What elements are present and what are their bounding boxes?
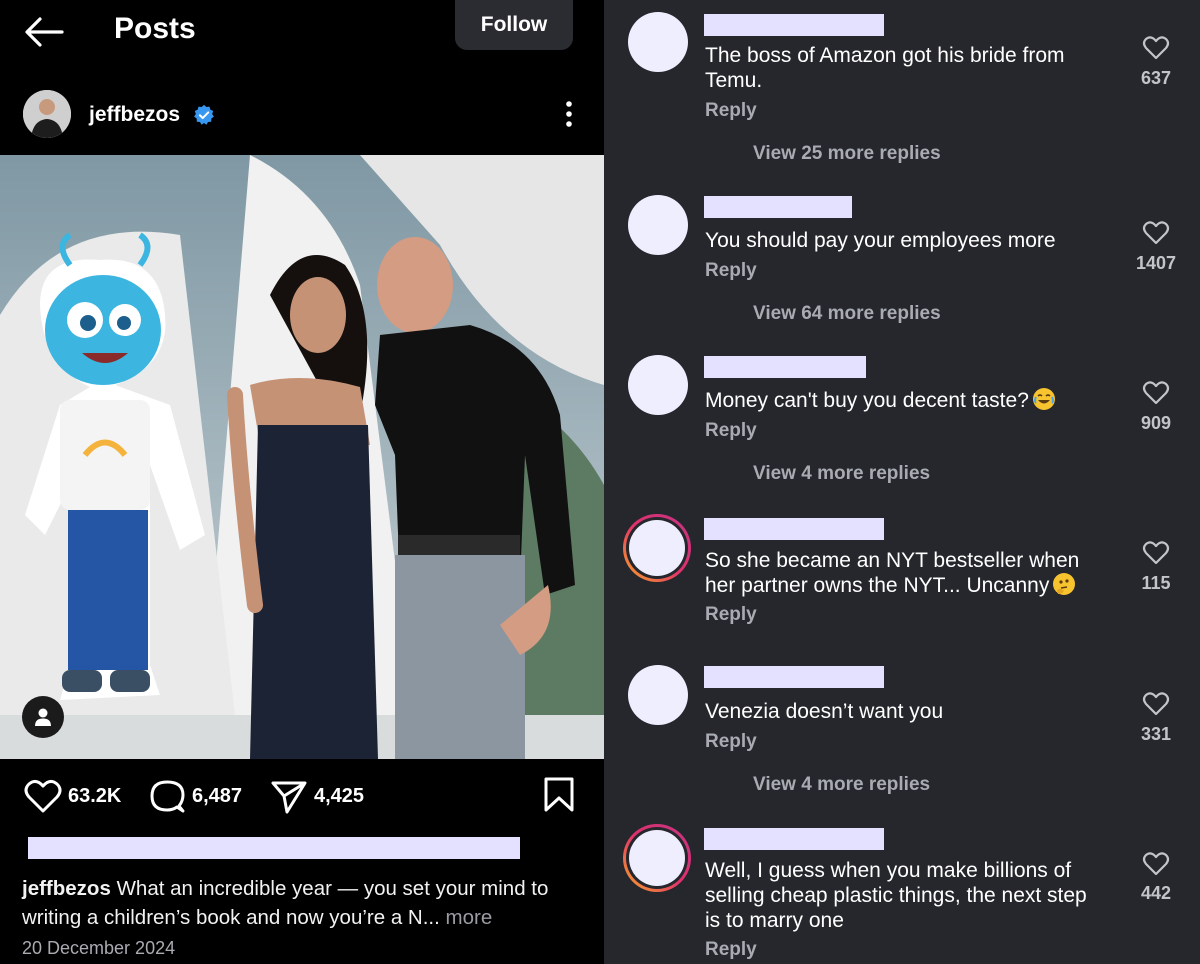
reply-button[interactable]: Reply [705, 604, 757, 626]
comment-text: The boss of Amazon got his bride from Te… [705, 44, 1065, 92]
reply-button[interactable]: Reply [705, 420, 757, 442]
bookmark-icon [544, 777, 574, 812]
like-count: 63.2K [68, 784, 122, 807]
liked-by-row[interactable] [24, 835, 524, 861]
view-more-replies-button[interactable]: View 64 more replies [753, 303, 941, 325]
author-username[interactable]: jeffbezos [89, 103, 180, 127]
comment-like-heart-icon[interactable] [1142, 219, 1170, 245]
comment-like-count: 442 [1140, 883, 1172, 903]
comment-like-count: 115 [1141, 573, 1171, 593]
caption-more-link[interactable]: more [446, 906, 493, 929]
commenter-avatar-story-ring[interactable] [623, 514, 691, 582]
redacted-commenter-name [704, 518, 884, 540]
comment-like-heart-icon[interactable] [1142, 34, 1170, 60]
share-count: 4,425 [314, 784, 365, 807]
reply-button[interactable]: Reply [705, 100, 757, 122]
share-button[interactable]: 4,425 [270, 778, 364, 814]
verified-badge-icon [194, 104, 214, 125]
author-avatar[interactable] [23, 90, 71, 138]
post-actions-bar: 63.2K 6,487 4,425 [0, 772, 604, 820]
heart-icon [24, 779, 62, 813]
comment-text-content: So she became an NYT bestseller when her… [705, 549, 1080, 597]
comment-button[interactable]: 6,487 [148, 778, 242, 814]
reply-button[interactable]: Reply [705, 260, 757, 282]
redacted-commenter-name [704, 666, 884, 688]
comment-like-heart-icon[interactable] [1142, 690, 1170, 716]
post-panel: Posts Follow jeffbezos 63.2K 6,487 4,425… [0, 0, 604, 964]
post-caption: jeffbezos What an incredible year — you … [22, 874, 592, 932]
tagged-people-button[interactable] [22, 696, 64, 738]
post-author-row: jeffbezos [0, 86, 604, 144]
commenter-avatar[interactable] [628, 195, 688, 255]
comment-text-content: Money can't buy you decent taste? [705, 389, 1029, 412]
comment-text: So she became an NYT bestseller when her… [705, 548, 1115, 598]
comment-bubble-icon [150, 780, 185, 813]
save-button[interactable] [542, 776, 576, 814]
comment-text: You should pay your employees more [705, 229, 1056, 252]
comment-like-count: 909 [1140, 413, 1172, 433]
comment-like-heart-icon[interactable] [1142, 539, 1170, 565]
reply-button[interactable]: Reply [705, 731, 757, 753]
commenter-avatar-story-ring[interactable] [623, 824, 691, 892]
photo-illustration [0, 155, 604, 759]
avatar-image [23, 90, 71, 138]
comment-like-count: 637 [1140, 68, 1172, 88]
back-button[interactable] [22, 14, 66, 50]
face-with-tears-of-joy-icon [1032, 388, 1055, 410]
vertical-dots-icon [566, 101, 572, 127]
thinking-face-icon [1053, 573, 1076, 595]
commenter-avatar[interactable] [628, 12, 688, 72]
view-more-replies-button[interactable]: View 25 more replies [753, 143, 941, 165]
commenter-avatar[interactable] [628, 665, 688, 725]
more-options-button[interactable] [557, 98, 581, 130]
redacted-commenter-name [704, 356, 866, 378]
like-button[interactable]: 63.2K [24, 778, 121, 814]
page-title: Posts [114, 12, 196, 45]
redacted-commenter-name [704, 828, 884, 850]
person-icon [35, 708, 51, 726]
commenter-avatar[interactable] [628, 355, 688, 415]
top-bar: Posts Follow [0, 0, 604, 72]
comment-like-count: 331 [1140, 724, 1172, 744]
send-icon [271, 781, 307, 814]
redacted-liked-by-text [28, 837, 520, 859]
post-date: 20 December 2024 [22, 938, 176, 958]
comment-like-heart-icon[interactable] [1142, 379, 1170, 405]
redacted-commenter-name [704, 196, 852, 218]
comment-text: Well, I guess when you make billions of … [705, 859, 1087, 932]
comment-like-heart-icon[interactable] [1142, 850, 1170, 876]
follow-button[interactable]: Follow [455, 0, 573, 50]
arrow-left-icon [25, 17, 64, 47]
comments-panel: The boss of Amazon got his bride from Te… [604, 0, 1200, 964]
comment-text: Venezia doesn’t want you [705, 700, 944, 723]
redacted-commenter-name [704, 14, 884, 36]
post-photo[interactable] [0, 155, 604, 759]
comment-count: 6,487 [192, 784, 243, 807]
reply-button[interactable]: Reply [705, 939, 757, 961]
comment-text: Money can't buy you decent taste? [705, 388, 1115, 413]
caption-username[interactable]: jeffbezos [22, 877, 111, 900]
view-more-replies-button[interactable]: View 4 more replies [753, 774, 930, 796]
comment-like-count: 1407 [1135, 253, 1177, 273]
view-more-replies-button[interactable]: View 4 more replies [753, 463, 930, 485]
